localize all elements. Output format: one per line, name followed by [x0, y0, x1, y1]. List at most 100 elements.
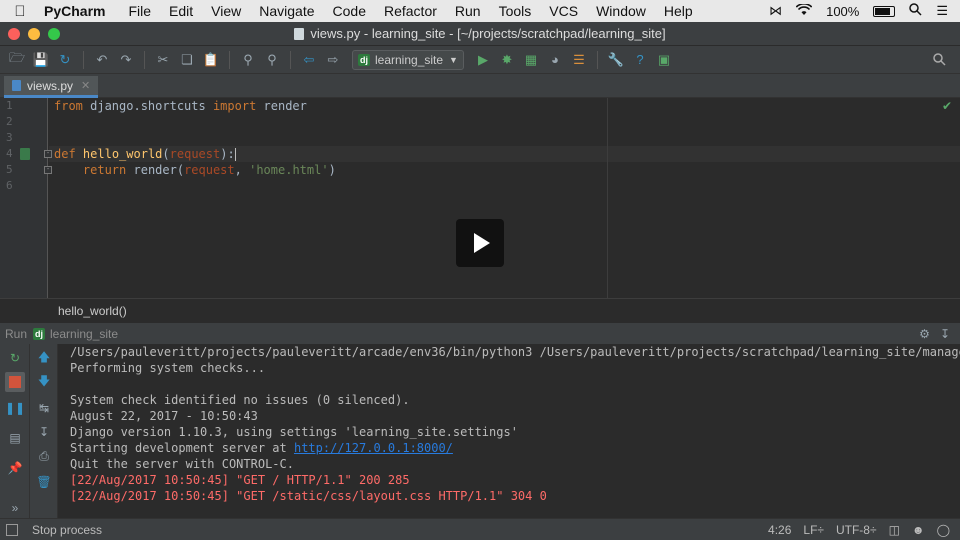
zoom-window-button[interactable]: [48, 28, 60, 40]
menu-view[interactable]: View: [202, 3, 250, 19]
open-folder-icon[interactable]: 🗁: [6, 50, 28, 70]
paren: ):: [220, 147, 235, 161]
synchronize-icon[interactable]: ↻: [54, 50, 76, 70]
gutter-marker-icon[interactable]: [20, 148, 30, 160]
debug-icon[interactable]: ✸: [496, 50, 518, 70]
run-configuration-name: learning_site: [375, 52, 444, 67]
menu-edit[interactable]: Edit: [160, 3, 202, 19]
bluetooth-icon[interactable]: ⋈: [769, 3, 782, 19]
tab-views-py[interactable]: views.py ✕: [4, 76, 99, 98]
menu-run[interactable]: Run: [446, 3, 490, 19]
toolbar-divider: [229, 50, 230, 69]
redo-icon[interactable]: ↷: [115, 50, 137, 70]
undo-icon[interactable]: ↶: [91, 50, 113, 70]
gear-icon[interactable]: ⚙: [919, 327, 930, 341]
breadcrumb: hello_world(): [0, 298, 960, 322]
menu-file[interactable]: File: [119, 3, 160, 19]
run-panel-actions: ⚙ ↧: [919, 327, 960, 341]
line-number: 5: [6, 163, 13, 176]
line-number: 4: [6, 147, 13, 160]
argument: request: [184, 163, 235, 177]
editor-tabs: views.py ✕: [0, 74, 960, 98]
soft-wrap-icon[interactable]: ↹: [34, 398, 54, 418]
fold-end-icon[interactable]: -: [44, 166, 52, 174]
close-window-button[interactable]: [8, 28, 20, 40]
console-output[interactable]: /Users/pauleveritt/projects/pauleveritt/…: [70, 344, 960, 518]
run-config-tab[interactable]: learning_site: [50, 327, 118, 341]
inspector-icon[interactable]: ☻: [912, 523, 925, 537]
event-log-icon[interactable]: ◯: [937, 523, 950, 537]
battery-icon[interactable]: [873, 5, 896, 17]
search-everywhere-icon[interactable]: [928, 50, 950, 70]
back-arrow-icon[interactable]: ⇦: [298, 50, 320, 70]
file-encoding[interactable]: UTF-8÷: [836, 523, 877, 537]
paste-icon[interactable]: 📋: [200, 50, 222, 70]
chevron-down-icon: ▼: [449, 54, 458, 65]
cut-icon[interactable]: ✂: [152, 50, 174, 70]
replace-icon[interactable]: ⚲: [261, 50, 283, 70]
menu-app[interactable]: PyCharm: [40, 3, 119, 19]
minimize-window-button[interactable]: [28, 28, 40, 40]
profile-icon[interactable]: ◕: [544, 50, 566, 70]
fold-expand-icon[interactable]: -: [44, 150, 52, 158]
layout-icon[interactable]: ▤: [5, 428, 25, 448]
more-icon[interactable]: »: [5, 498, 25, 518]
video-play-button[interactable]: [456, 219, 504, 267]
server-start-text: Starting development server at: [70, 441, 294, 455]
save-all-icon[interactable]: 💾: [30, 50, 52, 70]
main-toolbar: 🗁 💾 ↻ ↶ ↷ ✂ ❏ 📋 ⚲ ⚲ ⇦ ⇨ dj learning_site…: [0, 46, 960, 74]
forward-arrow-icon[interactable]: ⇨: [322, 50, 344, 70]
hide-panel-icon[interactable]: ↧: [940, 327, 950, 341]
notification-center-icon[interactable]: ☰: [936, 3, 948, 19]
window-title: views.py - learning_site - [~/projects/s…: [310, 26, 666, 41]
cursor-position[interactable]: 4:26: [768, 523, 791, 537]
menu-help[interactable]: Help: [655, 3, 702, 19]
concurrency-diagram-icon[interactable]: ☰: [568, 50, 590, 70]
close-tab-icon[interactable]: ✕: [81, 79, 90, 92]
rerun-icon[interactable]: ↻: [5, 348, 25, 368]
keyword: return: [82, 163, 127, 177]
coverage-icon[interactable]: ▦: [520, 50, 542, 70]
apple-icon[interactable]: : [0, 3, 40, 20]
menu-code[interactable]: Code: [324, 3, 375, 19]
menu-refactor[interactable]: Refactor: [375, 3, 446, 19]
breadcrumb-item[interactable]: hello_world(): [58, 304, 127, 318]
clear-all-icon[interactable]: 🗑: [34, 472, 54, 492]
status-widgets: 4:26 LF÷ UTF-8÷ ◫ ☻ ◯: [768, 523, 960, 537]
copy-icon[interactable]: ❏: [176, 50, 198, 70]
toolbar-divider: [596, 50, 598, 69]
menu-window[interactable]: Window: [587, 3, 655, 19]
line-number: 6: [6, 179, 13, 192]
scroll-down-icon[interactable]: 🡇: [34, 372, 54, 392]
keyword: from: [54, 99, 83, 113]
inspection-ok-icon[interactable]: ✔: [942, 99, 952, 113]
run-panel-label: Run: [5, 326, 28, 341]
console-line: /Users/pauleveritt/projects/pauleveritt/…: [70, 345, 960, 359]
scroll-up-icon[interactable]: 🡅: [34, 348, 54, 368]
vcs-icon[interactable]: ▣: [653, 50, 675, 70]
stop-button[interactable]: [5, 372, 25, 392]
console-line: August 22, 2017 - 10:50:43: [70, 409, 258, 423]
tool-windows-icon[interactable]: [6, 523, 18, 536]
spotlight-search-icon[interactable]: [909, 3, 922, 19]
run-icon[interactable]: ▶: [472, 50, 494, 70]
server-url-link[interactable]: http://127.0.0.1:8000/: [294, 441, 453, 455]
line-separator[interactable]: LF÷: [803, 523, 824, 537]
menu-vcs[interactable]: VCS: [540, 3, 587, 19]
console-line: Starting development server at http://12…: [70, 440, 960, 456]
scroll-to-end-icon[interactable]: ↧: [34, 422, 54, 442]
settings-wrench-icon[interactable]: 🔧: [605, 50, 627, 70]
status-bar: Stop process 4:26 LF÷ UTF-8÷ ◫ ☻ ◯: [0, 518, 960, 540]
menu-navigate[interactable]: Navigate: [250, 3, 323, 19]
run-configuration-select[interactable]: dj learning_site ▼: [352, 49, 464, 70]
console-actions-column: 🡅 🡇 ↹ ↧ ⎙ 🗑: [30, 344, 58, 518]
find-icon[interactable]: ⚲: [237, 50, 259, 70]
pin-icon[interactable]: 📌: [5, 458, 25, 478]
print-icon[interactable]: ⎙: [34, 446, 54, 466]
help-icon[interactable]: ?: [629, 50, 651, 70]
lock-icon[interactable]: ◫: [889, 523, 900, 537]
code-editor[interactable]: 1 2 3 4 5 6 - - ✔ from django.shortcuts …: [0, 98, 960, 298]
menu-tools[interactable]: Tools: [490, 3, 541, 19]
pause-icon[interactable]: ❚❚: [5, 398, 25, 418]
wifi-icon[interactable]: [795, 2, 813, 19]
